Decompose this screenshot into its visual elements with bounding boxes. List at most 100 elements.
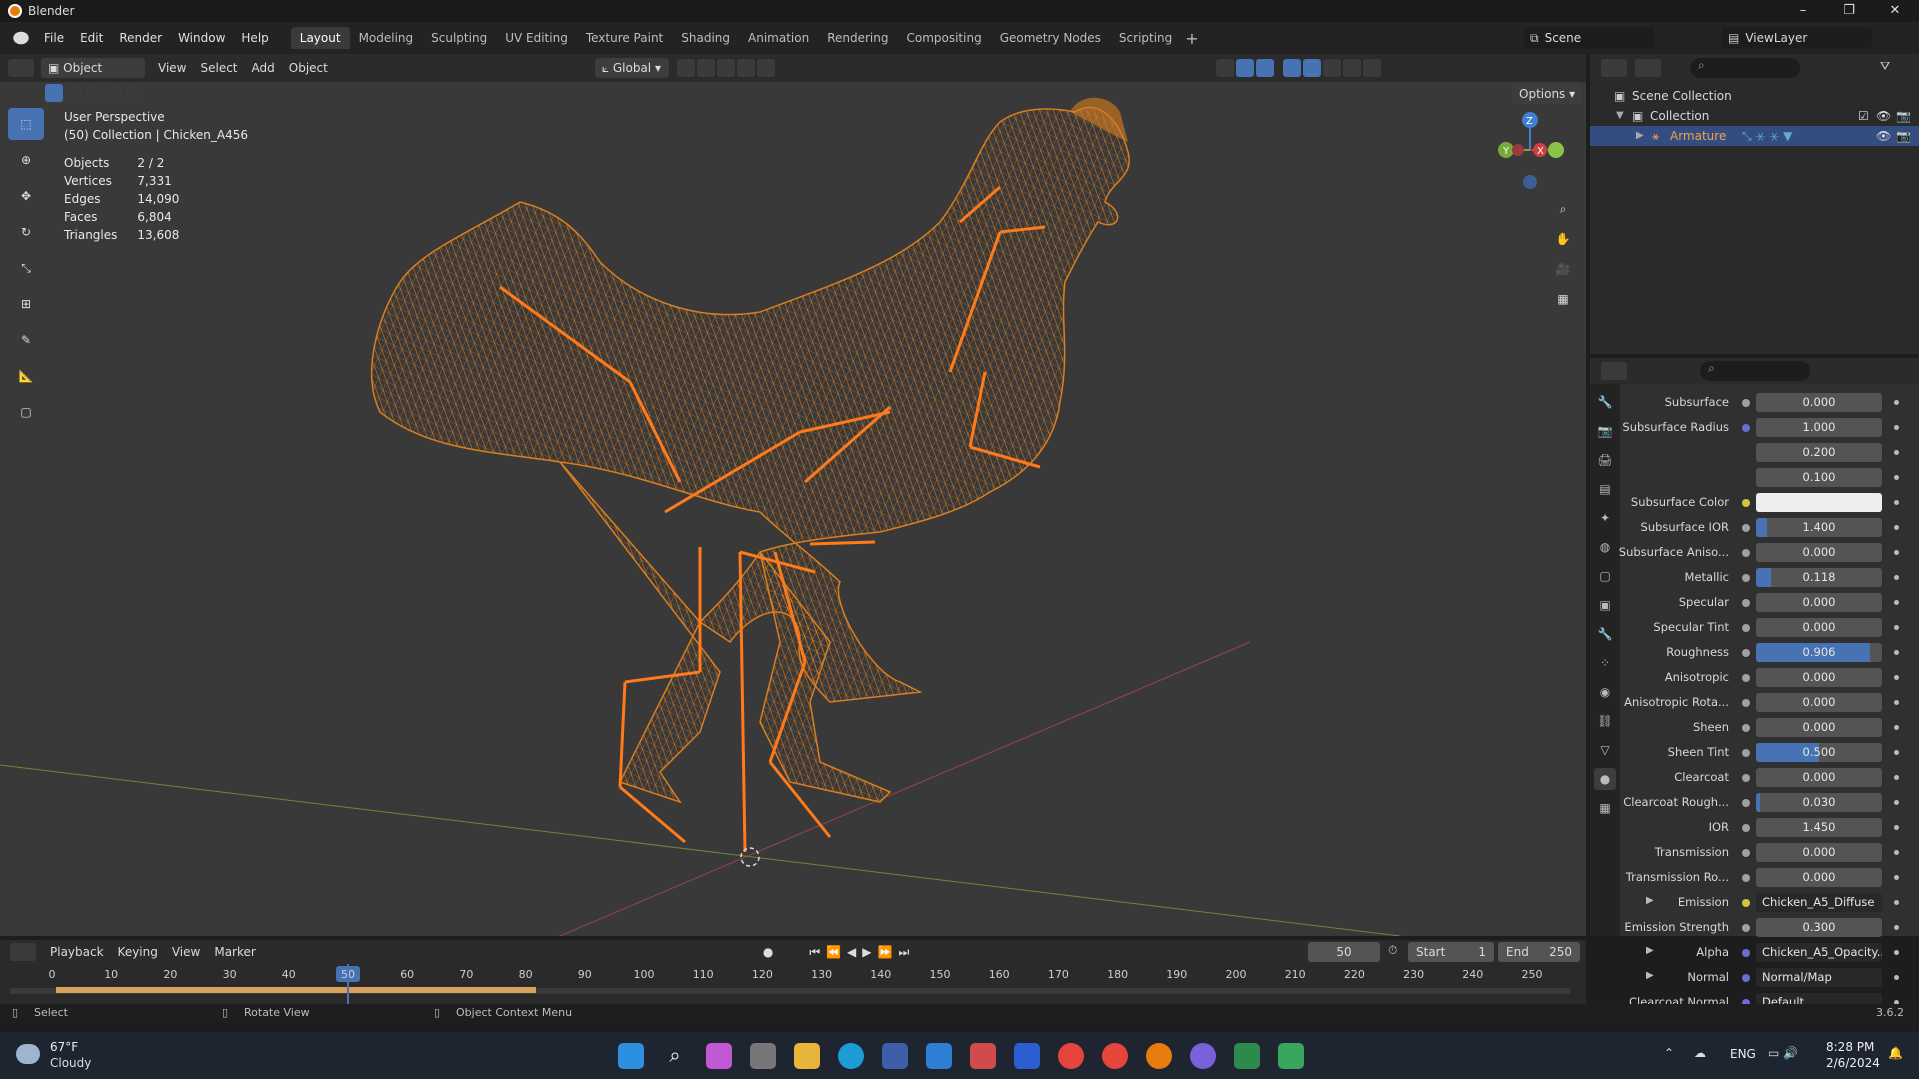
edge-icon[interactable] — [838, 1043, 864, 1069]
tool-tab-icon[interactable]: 🔧 — [1594, 391, 1616, 413]
onedrive-icon[interactable]: ☁ — [1694, 1046, 1706, 1060]
eye-icon[interactable]: 👁 — [1876, 126, 1891, 146]
scene-selector[interactable]: ⧉ Scene — [1524, 27, 1654, 49]
navigation-gizmo[interactable]: Z Y X — [1490, 108, 1570, 198]
search-icon[interactable]: ⌕ — [662, 1043, 688, 1069]
socket-icon[interactable] — [1742, 574, 1750, 582]
clock-date[interactable]: 2/6/2024 — [1826, 1056, 1880, 1070]
store-icon[interactable] — [926, 1043, 952, 1069]
orientation-dropdown[interactable]: ⟀ Global ▾ — [594, 58, 669, 78]
blender-taskbar-icon[interactable] — [1146, 1043, 1172, 1069]
socket-icon[interactable] — [1742, 849, 1750, 857]
notification-icon[interactable]: 🔔 — [1888, 1046, 1903, 1060]
tab-shading[interactable]: Shading — [672, 27, 739, 49]
app-icon[interactable] — [1014, 1043, 1040, 1069]
keyframe-dot-icon[interactable] — [1894, 850, 1899, 855]
add-workspace-icon[interactable]: + — [1185, 29, 1198, 48]
timeline-editor-icon[interactable] — [10, 943, 36, 961]
keyframe-dot-icon[interactable] — [1894, 900, 1899, 905]
timeline-ruler[interactable]: 0102030405060708090100110120130140150160… — [0, 964, 1586, 1004]
timeline-menu-playback[interactable]: Playback — [43, 942, 111, 962]
timeline[interactable]: 0102030405060708090100110120130140150160… — [0, 964, 1586, 1004]
property-field[interactable]: 0.118 — [1756, 568, 1882, 587]
data-tab-icon[interactable]: ▽ — [1594, 739, 1616, 761]
measure-tool[interactable]: 📐 — [8, 360, 44, 392]
property-field[interactable]: 0.200 — [1756, 443, 1882, 462]
property-field[interactable]: 0.000 — [1756, 718, 1882, 737]
expand-arrow-icon[interactable]: ▶ — [1636, 126, 1644, 146]
snap-icon[interactable] — [696, 59, 715, 77]
keyframe-dot-icon[interactable] — [1894, 425, 1899, 430]
camera-icon[interactable]: 📷 — [1896, 126, 1911, 146]
filter-icon[interactable]: ⛛ — [1880, 59, 1890, 74]
property-field[interactable]: Normal/Map — [1756, 968, 1882, 987]
task-view-icon[interactable] — [750, 1043, 776, 1069]
camera-icon[interactable]: 📷 — [1896, 106, 1911, 126]
snap-target-icon[interactable] — [716, 59, 735, 77]
move-tool[interactable]: ✥ — [8, 180, 44, 212]
viewport-menu-view[interactable]: View — [151, 58, 193, 78]
chrome-icon[interactable] — [1102, 1043, 1128, 1069]
tab-compositing[interactable]: Compositing — [897, 27, 990, 49]
socket-icon[interactable] — [1742, 724, 1750, 732]
annotate-tool[interactable]: ✎ — [8, 324, 44, 356]
keyframe-dot-icon[interactable] — [1894, 400, 1899, 405]
blender-menu-icon[interactable] — [13, 31, 29, 45]
collection-tab-icon[interactable]: ▢ — [1594, 565, 1616, 587]
render-tab-icon[interactable]: 📷 — [1594, 420, 1616, 442]
zoom-icon[interactable]: ⌕ — [1550, 196, 1576, 222]
tab-rendering[interactable]: Rendering — [818, 27, 897, 49]
cursor-tool[interactable]: ⊕ — [8, 144, 44, 176]
keyframe-dot-icon[interactable] — [1894, 450, 1899, 455]
socket-icon[interactable] — [1742, 824, 1750, 832]
keyframe-dot-icon[interactable] — [1894, 650, 1899, 655]
properties-editor-icon[interactable] — [1601, 362, 1627, 380]
property-field[interactable]: 0.000 — [1756, 843, 1882, 862]
record-icon[interactable]: ● — [763, 945, 773, 959]
socket-icon[interactable] — [1742, 549, 1750, 557]
ortho-grid-icon[interactable]: ▦ — [1550, 286, 1576, 312]
copilot-icon[interactable] — [706, 1043, 732, 1069]
socket-icon[interactable] — [1742, 924, 1750, 932]
keyframe-dot-icon[interactable] — [1894, 775, 1899, 780]
property-field[interactable]: 0.000 — [1756, 868, 1882, 887]
world-tab-icon[interactable]: ◍ — [1594, 536, 1616, 558]
tab-texture-paint[interactable]: Texture Paint — [577, 27, 672, 49]
keyframe-dot-icon[interactable] — [1894, 725, 1899, 730]
timeline-menu-keying[interactable]: Keying — [111, 942, 165, 962]
properties-search-input[interactable]: ⌕ — [1700, 361, 1810, 381]
menu-file[interactable]: File — [36, 27, 72, 49]
keyframe-dot-icon[interactable] — [1894, 875, 1899, 880]
tab-geometry-nodes[interactable]: Geometry Nodes — [991, 27, 1110, 49]
socket-icon[interactable] — [1742, 624, 1750, 632]
socket-icon[interactable] — [1742, 899, 1750, 907]
menu-edit[interactable]: Edit — [72, 27, 111, 49]
property-field[interactable]: 0.030 — [1756, 793, 1882, 812]
select-box-tool[interactable]: ⬚ — [8, 108, 44, 140]
expand-arrow-icon[interactable]: ▶ — [1646, 895, 1654, 906]
property-field[interactable]: 0.500 — [1756, 743, 1882, 762]
outliner-search-input[interactable]: ⌕ — [1690, 58, 1800, 78]
socket-icon[interactable] — [1742, 974, 1750, 982]
property-field[interactable]: 0.000 — [1756, 593, 1882, 612]
app-icon[interactable] — [1234, 1043, 1260, 1069]
property-field[interactable]: 0.000 — [1756, 393, 1882, 412]
mode-dropdown[interactable]: ▣ Object Mode ▾ — [41, 58, 145, 95]
property-field[interactable]: 1.000 — [1756, 418, 1882, 437]
wireframe-shading-icon[interactable] — [1302, 59, 1321, 77]
tab-modeling[interactable]: Modeling — [350, 27, 423, 49]
scene-collection-row[interactable]: ▣ Scene Collection — [1590, 86, 1919, 106]
socket-icon[interactable] — [1742, 524, 1750, 532]
display-mode-icon[interactable] — [1635, 59, 1661, 77]
add-cube-tool[interactable]: ▢ — [8, 396, 44, 428]
material-shading-icon[interactable] — [1342, 59, 1361, 77]
keyframe-dot-icon[interactable] — [1894, 950, 1899, 955]
expand-arrow-icon[interactable]: ▶ — [1646, 945, 1654, 956]
pan-hand-icon[interactable]: ✋ — [1550, 226, 1576, 252]
falloff-icon[interactable] — [756, 59, 775, 77]
socket-icon[interactable] — [1742, 674, 1750, 682]
tab-sculpting[interactable]: Sculpting — [422, 27, 496, 49]
property-field[interactable]: Chicken_A5_Diffuse — [1756, 893, 1882, 912]
proportional-edit-icon[interactable] — [736, 59, 755, 77]
keyframe-dot-icon[interactable] — [1894, 575, 1899, 580]
